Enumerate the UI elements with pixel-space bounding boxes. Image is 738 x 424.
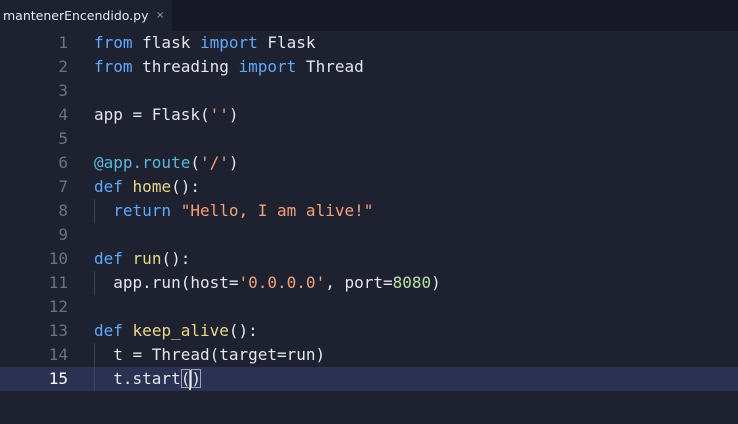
close-icon[interactable]: × [156, 0, 164, 31]
line-text: app.run(host='0.0.0.0', port=8080) [94, 271, 441, 295]
indent-guide [94, 271, 113, 295]
code-line[interactable]: 15 t.start() [0, 367, 738, 391]
code-line[interactable]: 1 from flask import Flask [0, 31, 738, 55]
code-line[interactable]: 7 def home(): [0, 175, 738, 199]
code-token: 8080 [392, 273, 432, 292]
code-token: run [132, 249, 162, 268]
code-line[interactable]: 6 @app.route('/') [0, 151, 738, 175]
code-token: ) [191, 369, 201, 388]
line-text: def home(): [94, 175, 200, 199]
tab-bar: mantenerEncendido.py × [0, 0, 738, 31]
code-token: @app.route [94, 153, 191, 172]
code-token: return [113, 201, 172, 220]
line-number: 13 [48, 321, 68, 340]
code-token: "Hello, I am alive!" [180, 201, 374, 220]
code-line[interactable]: 13 def keep_alive(): [0, 319, 738, 343]
code-token: import [238, 57, 297, 76]
line-number: 3 [58, 81, 68, 100]
code-token: ) [228, 105, 239, 124]
code-editor[interactable]: mantenerEncendido.py × 1 from flask impor… [0, 0, 738, 424]
code-token: from [94, 33, 133, 52]
line-text: def run(): [94, 247, 190, 271]
code-token: flask [132, 33, 200, 52]
code-token: app = Flask( [94, 105, 210, 124]
line-number: 15 [48, 369, 68, 388]
code-token: def [94, 321, 123, 340]
code-token: t = Thread(target=run) [113, 345, 326, 364]
line-number: 5 [58, 129, 68, 148]
line-text: def keep_alive(): [94, 319, 258, 343]
code-token: def [94, 249, 123, 268]
code-token: t.start [113, 369, 181, 388]
code-token: '' [209, 105, 229, 124]
line-number: 12 [48, 297, 68, 316]
code-token: app.run(host= [113, 273, 239, 292]
code-token: '0.0.0.0' [238, 273, 326, 292]
line-number: 7 [58, 177, 68, 196]
line-number: 8 [58, 201, 68, 220]
code-token: import [199, 33, 258, 52]
code-token: from [94, 57, 133, 76]
line-number: 9 [58, 225, 68, 244]
line-text: t.start() [94, 367, 201, 391]
line-number: 1 [58, 33, 68, 52]
code-line[interactable]: 3 [0, 79, 738, 103]
indent-guide [94, 343, 113, 367]
code-line[interactable]: 11 app.run(host='0.0.0.0', port=8080) [0, 271, 738, 295]
tab-file[interactable]: mantenerEncendido.py × [0, 0, 172, 31]
code-token: home [132, 177, 172, 196]
line-number: 14 [48, 345, 68, 364]
line-number: 10 [48, 249, 68, 268]
code-line[interactable]: 4 app = Flask('') [0, 103, 738, 127]
code-line[interactable]: 2 from threading import Thread [0, 55, 738, 79]
code-line[interactable]: 8 return "Hello, I am alive!" [0, 199, 738, 223]
line-number: 4 [58, 105, 68, 124]
code-token: '/' [199, 153, 229, 172]
code-token: (): [161, 249, 191, 268]
code-line[interactable]: 5 [0, 127, 738, 151]
code-token: , port= [325, 273, 393, 292]
code-token: ) [431, 273, 441, 292]
code-area[interactable]: 1 from flask import Flask 2 from threading … [0, 31, 738, 391]
tab-filename: mantenerEncendido.py [3, 8, 149, 23]
code-token: ) [228, 153, 239, 172]
line-text: from threading import Thread [94, 55, 364, 79]
line-text: from flask import Flask [94, 31, 316, 55]
line-text: @app.route('/') [94, 151, 239, 175]
code-token: keep_alive [132, 321, 229, 340]
line-text: app = Flask('') [94, 103, 239, 127]
line-number: 11 [48, 273, 68, 292]
code-token: (): [171, 177, 200, 196]
line-text: t = Thread(target=run) [94, 343, 325, 367]
code-token: def [94, 177, 123, 196]
indent-guide [94, 367, 113, 391]
code-token: ( [190, 153, 200, 172]
code-line[interactable]: 10 def run(): [0, 247, 738, 271]
line-text: return "Hello, I am alive!" [94, 199, 373, 223]
code-token: Thread [296, 57, 364, 76]
code-line[interactable]: 14 t = Thread(target=run) [0, 343, 738, 367]
code-line[interactable]: 9 [0, 223, 738, 247]
code-token: Flask [257, 33, 316, 52]
indent-guide [94, 199, 113, 223]
line-number: 6 [58, 153, 68, 172]
code-token: (): [228, 321, 258, 340]
line-number: 2 [58, 57, 68, 76]
code-token: threading [132, 57, 239, 76]
code-line[interactable]: 12 [0, 295, 738, 319]
